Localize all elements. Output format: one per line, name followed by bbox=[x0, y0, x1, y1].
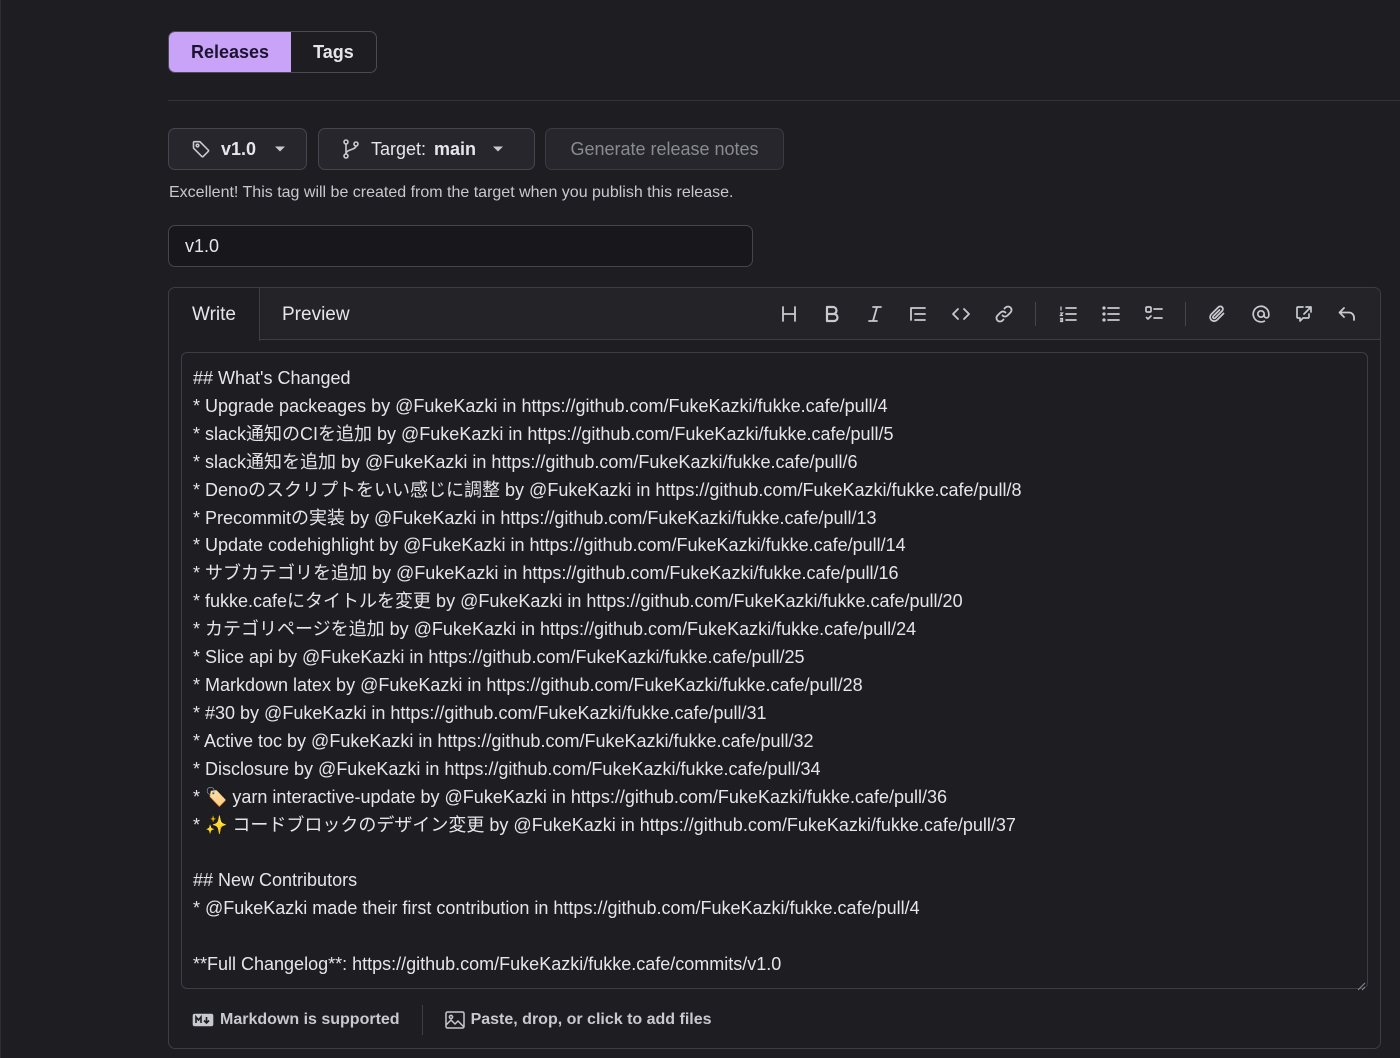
code-icon[interactable] bbox=[939, 294, 982, 334]
release-editor-page: Releases Tags v1.0 Target: main Generate… bbox=[0, 0, 1400, 1058]
tags-tab[interactable]: Tags bbox=[291, 32, 376, 72]
markdown-supported-link[interactable]: Markdown is supported bbox=[192, 1011, 400, 1029]
cross-reference-icon[interactable] bbox=[1282, 294, 1325, 334]
bold-icon[interactable] bbox=[810, 294, 853, 334]
target-branch-button[interactable]: Target: main bbox=[318, 128, 535, 170]
tag-select-label: v1.0 bbox=[221, 138, 257, 159]
release-notes-editor: Write Preview ## What's Changed * Upgrad… bbox=[168, 287, 1381, 1049]
resize-handle-icon[interactable] bbox=[1356, 978, 1366, 991]
editor-footer: Markdown is supported Paste, drop, or cl… bbox=[169, 1000, 1380, 1040]
add-files-button[interactable]: Paste, drop, or click to add files bbox=[444, 1011, 712, 1029]
tag-icon bbox=[191, 139, 211, 159]
generate-release-notes-label: Generate release notes bbox=[570, 138, 759, 159]
editor-header: Write Preview bbox=[169, 288, 1380, 341]
italic-icon[interactable] bbox=[853, 294, 896, 334]
toolbar-divider bbox=[1035, 302, 1036, 326]
chevron-down-icon bbox=[492, 145, 504, 153]
mention-icon[interactable] bbox=[1239, 294, 1282, 334]
task-list-icon[interactable] bbox=[1132, 294, 1175, 334]
tag-hint-text: Excellent! This tag will be created from… bbox=[169, 184, 734, 201]
header-divider bbox=[168, 100, 1400, 101]
release-title-input[interactable] bbox=[168, 225, 753, 267]
heading-icon[interactable] bbox=[767, 294, 810, 334]
ordered-list-icon[interactable] bbox=[1046, 294, 1089, 334]
tag-select-button[interactable]: v1.0 bbox=[168, 128, 307, 170]
tab-write[interactable]: Write bbox=[169, 288, 260, 341]
tab-preview[interactable]: Preview bbox=[282, 288, 350, 340]
toolbar-divider bbox=[1185, 302, 1186, 326]
git-branch-icon bbox=[341, 138, 361, 160]
releases-tab[interactable]: Releases bbox=[169, 32, 292, 72]
target-branch-label: main bbox=[434, 138, 477, 159]
unordered-list-icon[interactable] bbox=[1089, 294, 1132, 334]
markdown-icon bbox=[192, 1013, 214, 1027]
generate-release-notes-button[interactable]: Generate release notes bbox=[545, 128, 784, 170]
reply-icon[interactable] bbox=[1325, 294, 1368, 334]
target-prefix: Target: bbox=[371, 138, 427, 159]
footer-divider bbox=[421, 1005, 423, 1035]
markdown-supported-label: Markdown is supported bbox=[220, 1011, 400, 1028]
attach-icon[interactable] bbox=[1196, 294, 1239, 334]
add-files-label: Paste, drop, or click to add files bbox=[470, 1011, 712, 1028]
markdown-toolbar bbox=[767, 288, 1368, 340]
release-notes-textarea[interactable]: ## What's Changed * Upgrade packeages by… bbox=[181, 352, 1368, 989]
chevron-down-icon bbox=[274, 145, 286, 153]
releases-tags-switcher: Releases Tags bbox=[168, 31, 377, 73]
quote-icon[interactable] bbox=[896, 294, 939, 334]
image-icon bbox=[444, 1011, 465, 1029]
link-icon[interactable] bbox=[982, 294, 1025, 334]
